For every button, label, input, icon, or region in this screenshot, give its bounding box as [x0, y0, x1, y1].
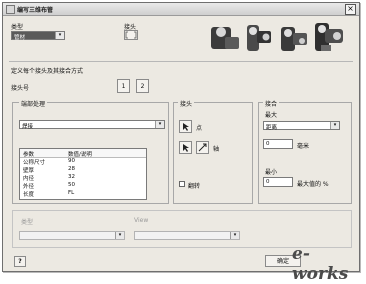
fitting-thumbnails: [211, 23, 343, 51]
parameter-table: 参数 数值/说明 公称尺寸 90 壁厚 28 内径 32 外径 50 长度 FL: [19, 148, 147, 200]
joint-1-button[interactable]: 1: [117, 79, 130, 93]
chevron-down-icon: ▾: [115, 232, 124, 239]
select-axis-button[interactable]: [179, 141, 192, 154]
watermark-logo: e-works: [292, 244, 349, 284]
cursor-icon: [183, 123, 189, 131]
table-cell: 长度: [23, 192, 35, 198]
chevron-down-icon: ▾: [230, 232, 239, 239]
axis-arrow-icon: [198, 143, 207, 152]
close-button[interactable]: ×: [345, 4, 356, 15]
max-label: 最大: [265, 112, 278, 119]
view-select[interactable]: ▾: [134, 231, 240, 240]
min-value: 0: [266, 179, 270, 185]
help-button[interactable]: ?: [14, 256, 26, 267]
flip-label: 翻转: [188, 183, 201, 190]
table-cell: 28: [68, 166, 75, 172]
separator: [9, 61, 353, 62]
max-unit-label: 毫米: [297, 143, 310, 150]
table-cell: 内径: [23, 176, 35, 182]
type-select-value: 管材: [14, 35, 26, 41]
chevron-down-icon: ▾: [155, 121, 164, 128]
view-label: View: [134, 217, 149, 224]
point-label: 点: [196, 125, 203, 132]
table-row[interactable]: 内径 32: [20, 174, 146, 182]
table-cell: 90: [68, 158, 75, 164]
table-cell: 公称尺寸: [23, 160, 46, 166]
table-cell: 32: [68, 174, 75, 180]
max-value-field[interactable]: 0: [263, 139, 293, 149]
joint-group-title: 接头: [178, 99, 195, 108]
min-label: 最小: [265, 169, 278, 176]
end-treatment-select[interactable]: 焊接 ▾: [19, 120, 165, 130]
table-row[interactable]: 公称尺寸 90: [20, 158, 146, 166]
bracket-icon: [125, 31, 137, 39]
joint-preview: [124, 30, 138, 40]
table-cell: 外径: [23, 184, 35, 190]
chevron-down-icon: ▾: [55, 32, 64, 39]
lower-type-select[interactable]: ▾: [19, 231, 125, 240]
app-icon: [6, 5, 15, 14]
fitting-elbow-icon[interactable]: [211, 27, 239, 49]
column-header-value: 数值/说明: [68, 152, 92, 158]
table-row[interactable]: 壁厚 28: [20, 166, 146, 174]
table-cell: FL: [68, 190, 75, 196]
dialog-window: 编写三维布管 × 类型 管材 ▾ 接头 定义每个接头及其接合方式 接头号 1 2…: [2, 2, 360, 272]
fitting-valve-icon[interactable]: [281, 27, 307, 51]
table-cell: 50: [68, 182, 75, 188]
type-label: 类型: [11, 24, 24, 31]
joint-number-label: 接头号: [11, 85, 30, 92]
joint-2-button[interactable]: 2: [136, 79, 149, 93]
max-value: 0: [266, 141, 270, 147]
specify-label: 定义每个接头及其接合方式: [11, 68, 84, 75]
flip-checkbox[interactable]: [179, 181, 185, 187]
select-point-button[interactable]: [179, 120, 192, 133]
table-cell: 壁厚: [23, 168, 35, 174]
min-value-field[interactable]: 0: [263, 177, 293, 187]
column-header-parameter: 参数: [23, 152, 35, 158]
fitting-cross-icon[interactable]: [315, 23, 343, 51]
table-header: 参数 数值/说明: [20, 149, 146, 158]
table-row[interactable]: 长度 FL: [20, 190, 146, 198]
end-treatment-title: 端部处理: [19, 99, 48, 108]
gap-type-select[interactable]: 距离 ▾: [263, 121, 340, 131]
chevron-down-icon: ▾: [330, 122, 339, 129]
gap-group-title: 接合: [263, 99, 280, 108]
disabled-group: [12, 210, 352, 248]
cursor-icon: [183, 144, 189, 152]
min-unit-label: 最大值的 %: [297, 181, 329, 188]
title-bar: 编写三维布管 ×: [3, 3, 359, 16]
window-title: 编写三维布管: [17, 7, 54, 14]
axis-direction-button[interactable]: [196, 141, 209, 154]
type-select[interactable]: 管材 ▾: [11, 31, 65, 41]
gap-type-value: 距离: [266, 125, 278, 131]
end-treatment-value: 焊接: [22, 124, 34, 130]
axis-label: 轴: [213, 146, 220, 153]
table-row[interactable]: 外径 50: [20, 182, 146, 190]
fitting-tee-icon[interactable]: [247, 25, 271, 51]
lower-type-label: 类型: [21, 219, 34, 226]
